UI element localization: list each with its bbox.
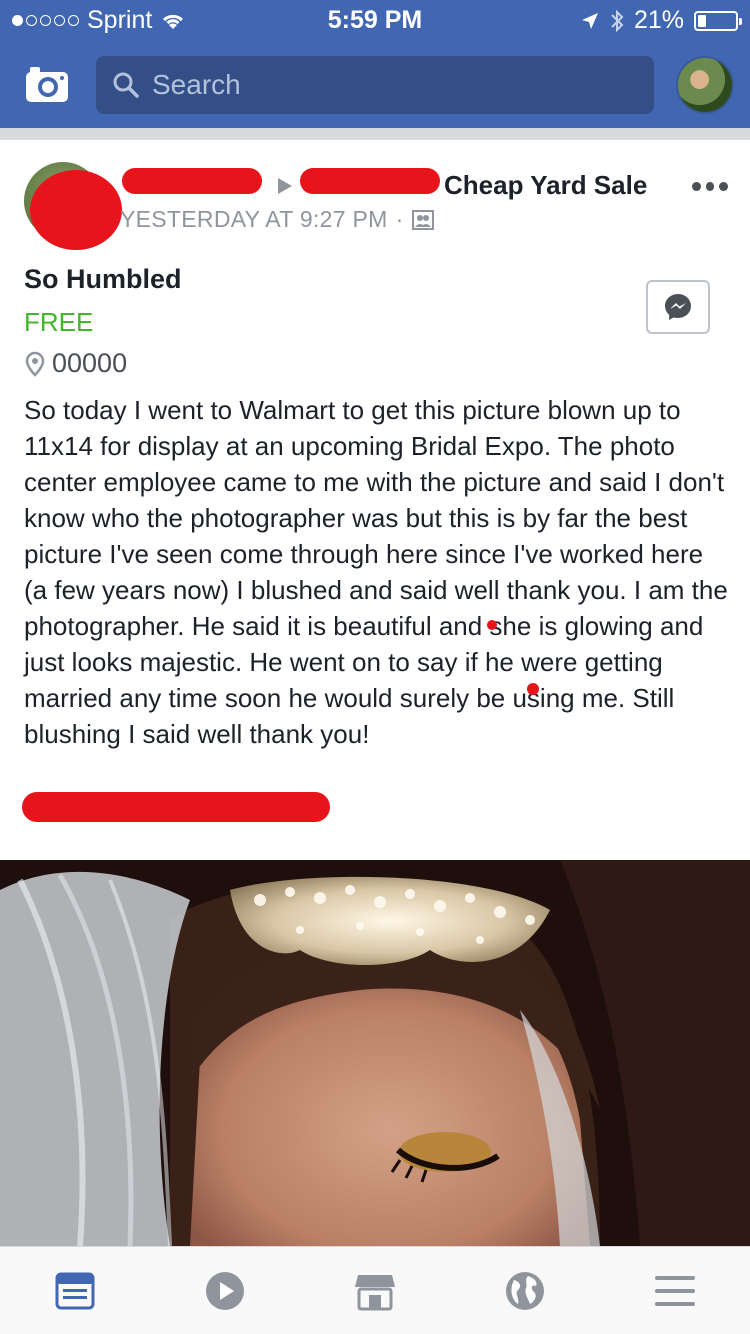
tab-news-feed[interactable]	[0, 1247, 150, 1334]
post-options-button[interactable]	[692, 176, 729, 196]
post-meta: YESTERDAY AT 9:27 PM ·	[120, 206, 434, 233]
menu-icon	[655, 1275, 695, 1306]
post-body: So today I went to Walmart to get this p…	[24, 395, 728, 749]
camera-button[interactable]	[24, 64, 70, 104]
message-seller-button[interactable]	[646, 280, 710, 334]
globe-icon	[506, 1271, 544, 1310]
status-bar: Sprint 5:59 PM 21%	[0, 0, 750, 40]
news-feed-icon	[55, 1272, 95, 1309]
redaction-mark	[22, 792, 330, 822]
redaction-mark	[122, 168, 262, 194]
tab-video[interactable]	[150, 1247, 300, 1334]
meta-separator: ·	[395, 206, 404, 232]
marketplace-icon	[355, 1274, 395, 1310]
tab-notifications[interactable]	[450, 1247, 600, 1334]
bride-photo-illustration	[0, 860, 750, 1246]
location-arrow-icon	[581, 12, 598, 29]
search-input[interactable]: Search	[96, 56, 654, 114]
search-placeholder: Search	[152, 69, 241, 100]
video-icon	[206, 1271, 244, 1310]
redaction-mark	[30, 170, 122, 250]
camera-icon	[26, 67, 68, 102]
feed-divider	[0, 128, 750, 140]
bottom-tab-bar	[0, 1246, 750, 1334]
redaction-mark	[487, 620, 497, 630]
redaction-mark	[527, 683, 539, 695]
top-navigation-bar: Sprint 5:59 PM 21% Search	[0, 0, 750, 128]
sale-location: 00000	[24, 348, 127, 379]
messenger-icon	[665, 294, 691, 320]
more-dot-icon	[692, 181, 701, 191]
post-photo[interactable]	[0, 860, 750, 1246]
tab-menu[interactable]	[600, 1247, 750, 1334]
search-icon	[113, 72, 139, 98]
triangle-right-icon	[278, 178, 292, 194]
status-right: 21%	[580, 6, 742, 35]
post-timestamp: YESTERDAY AT 9:27 PM	[120, 206, 388, 232]
group-name-suffix: Cheap Yard Sale	[444, 170, 648, 200]
bluetooth-icon	[611, 9, 624, 32]
sale-price: FREE	[24, 307, 94, 337]
battery-icon	[694, 10, 742, 31]
location-pin-icon	[25, 351, 45, 377]
location-text: 00000	[52, 348, 128, 378]
profile-avatar[interactable]	[676, 56, 734, 114]
redaction-mark	[300, 168, 440, 194]
sale-item-title: So Humbled	[24, 264, 182, 294]
group-icon	[411, 209, 434, 230]
battery-level	[698, 14, 706, 27]
battery-percentage: 21%	[633, 6, 684, 34]
tab-marketplace[interactable]	[300, 1247, 450, 1334]
